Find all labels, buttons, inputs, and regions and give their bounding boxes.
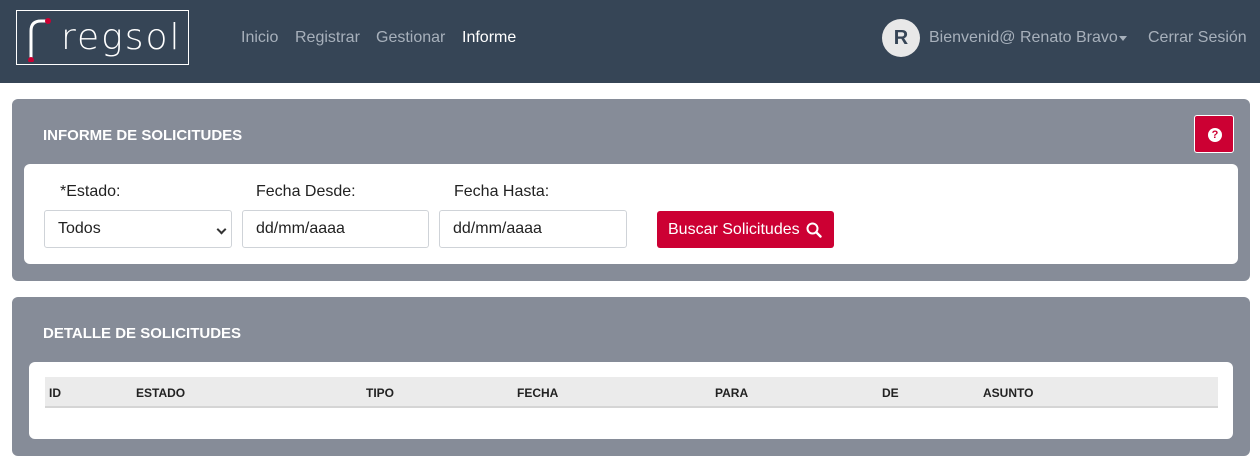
column-header-id[interactable]: ID [49, 386, 61, 400]
navbar: regsol Inicio Registrar Gestionar Inform… [0, 0, 1260, 83]
caret-down-icon[interactable] [1119, 36, 1127, 41]
column-header-tipo[interactable]: TIPO [366, 386, 394, 400]
fecha-hasta-input[interactable]: dd/mm/aaaa [439, 210, 627, 248]
logo-mark-icon [28, 18, 51, 62]
help-button[interactable]: ? [1194, 115, 1234, 153]
user-menu-toggle[interactable]: Bienvenid@ Renato Bravo [929, 29, 1118, 47]
logo-text: regsol [61, 17, 182, 58]
avatar[interactable]: R [882, 19, 920, 57]
chevron-down-icon [216, 224, 227, 235]
nav-link-inicio[interactable]: Inicio [241, 29, 278, 47]
report-panel-title: INFORME DE SOLICITUDES [43, 127, 243, 144]
fecha-desde-label: Fecha Desde: [256, 183, 356, 200]
report-panel: INFORME DE SOLICITUDES ? *Estado: Fecha … [12, 99, 1250, 281]
filter-form: *Estado: Fecha Desde: Fecha Hasta: Todos… [24, 164, 1238, 264]
nav-link-registrar[interactable]: Registrar [295, 29, 360, 47]
estado-label: *Estado: [60, 183, 121, 200]
question-circle-icon: ? [1208, 128, 1222, 142]
column-header-estado[interactable]: ESTADO [136, 386, 185, 400]
nav-link-informe[interactable]: Informe [462, 29, 516, 47]
logout-link[interactable]: Cerrar Sesión [1148, 29, 1247, 47]
fecha-desde-input[interactable]: dd/mm/aaaa [242, 210, 429, 248]
fecha-hasta-label: Fecha Hasta: [454, 183, 550, 200]
nav-link-gestionar[interactable]: Gestionar [376, 29, 445, 47]
detail-table: ID ESTADO TIPO FECHA PARA DE ASUNTO [29, 362, 1233, 439]
column-header-de[interactable]: DE [882, 386, 899, 400]
detail-panel-title: DETALLE DE SOLICITUDES [43, 325, 242, 342]
buscar-solicitudes-label: Buscar Solicitudes [668, 221, 800, 238]
column-header-asunto[interactable]: ASUNTO [983, 386, 1033, 400]
regsol-logo[interactable]: regsol [16, 10, 189, 65]
detail-panel: DETALLE DE SOLICITUDES ID ESTADO TIPO FE… [12, 297, 1250, 456]
column-header-fecha[interactable]: FECHA [517, 386, 558, 400]
buscar-solicitudes-button[interactable]: Buscar Solicitudes [657, 211, 834, 248]
estado-select[interactable]: Todos [44, 210, 232, 248]
column-header-para[interactable]: PARA [715, 386, 748, 400]
search-icon [806, 222, 822, 238]
estado-selected-value: Todos [58, 220, 101, 237]
table-header: ID ESTADO TIPO FECHA PARA DE ASUNTO [45, 377, 1218, 408]
